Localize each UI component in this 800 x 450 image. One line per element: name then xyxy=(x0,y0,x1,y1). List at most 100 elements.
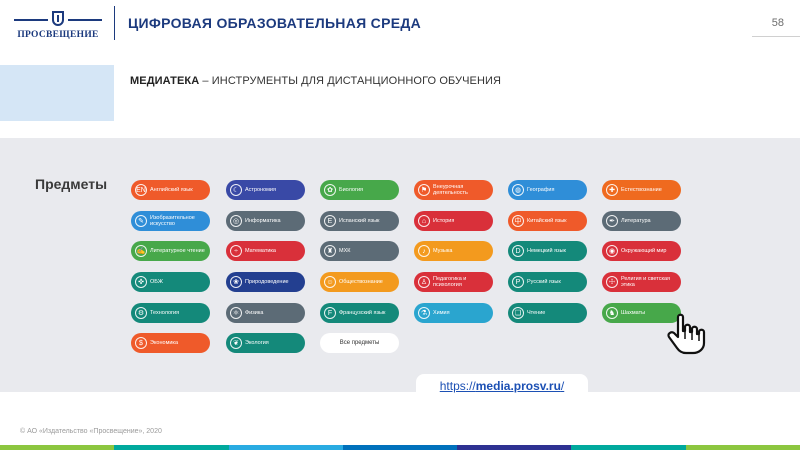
subject-button[interactable]: ♜ МХК xyxy=(320,241,399,261)
subject-label: Окружающий мир xyxy=(621,247,667,254)
subject-label: Естествознание xyxy=(621,186,662,193)
subject-label: Немецкий язык xyxy=(527,247,566,254)
subtitle-bold: МЕДИАТЕКА xyxy=(130,75,200,87)
stripe-segment xyxy=(685,445,800,450)
subject-label: Математика xyxy=(245,247,276,254)
mediateka-link[interactable]: https://media.prosv.ru/ xyxy=(440,379,565,393)
stripe-segment xyxy=(0,445,115,450)
subject-icon: EN xyxy=(135,184,147,196)
subject-icon: ⚑ xyxy=(418,184,430,196)
subject-icon: $ xyxy=(135,337,147,349)
subject-icon: ♜ xyxy=(324,245,336,257)
subject-button[interactable]: $ Экономика xyxy=(131,333,210,353)
subject-label: ОБЖ xyxy=(150,278,163,285)
subject-icon: ✒ xyxy=(606,215,618,227)
subject-button[interactable]: ✎ Изобразительное искусство xyxy=(131,211,210,231)
subject-button[interactable]: ⌂ История xyxy=(414,211,493,231)
subject-icon: ❏ xyxy=(512,307,524,319)
stripe-segment xyxy=(342,445,458,450)
subject-icon: ⚗ xyxy=(418,307,430,319)
subject-icon: ❀ xyxy=(230,276,242,288)
stripe-segment xyxy=(114,445,229,450)
subject-button[interactable]: ✍ Литературное чтение xyxy=(131,241,210,261)
subject-label: История xyxy=(433,217,455,224)
subject-button[interactable]: F Французский язык xyxy=(320,303,399,323)
subject-icon: ♙ xyxy=(418,276,430,288)
subject-label: Французский язык xyxy=(339,309,386,316)
subject-label: Обществознание xyxy=(339,278,383,285)
link-prefix: https:// xyxy=(439,379,476,393)
logo-bar-right xyxy=(68,19,102,21)
copyright: © АО «Издательство «Просвещение», 2020 xyxy=(20,428,162,435)
subject-button[interactable]: ❀ Природоведение xyxy=(226,272,305,292)
subject-icon: F xyxy=(324,307,336,319)
subject-button[interactable]: ☺ Обществознание xyxy=(320,272,399,292)
subject-icon: ❦ xyxy=(230,337,242,349)
subtitle-accent-block xyxy=(0,65,114,121)
link-suffix: / xyxy=(560,379,565,393)
logo-emblem-icon xyxy=(52,11,64,26)
stripe-segment xyxy=(228,445,343,450)
subject-label: Экономика xyxy=(150,339,179,346)
subject-button[interactable]: ♪ Музыка xyxy=(414,241,493,261)
subject-icon: D xyxy=(512,245,524,257)
prosveshchenie-logo[interactable]: ПРОСВЕЩЕНИЕ xyxy=(14,11,102,43)
header: ПРОСВЕЩЕНИЕ ЦИФРОВАЯ ОБРАЗОВАТЕЛЬНАЯ СРЕ… xyxy=(0,0,800,48)
subject-button[interactable]: ✚ Естествознание xyxy=(602,180,681,200)
subject-icon: ✜ xyxy=(135,276,147,288)
subject-label: Испанский язык xyxy=(339,217,380,224)
logo-bar-left xyxy=(14,19,48,21)
subject-label: Информатика xyxy=(245,217,281,224)
page-number: 58 xyxy=(771,17,784,29)
subject-button[interactable]: 中 Китайский язык xyxy=(508,211,587,231)
subject-button[interactable]: ⚗ Химия xyxy=(414,303,493,323)
subject-label: Китайский язык xyxy=(527,217,567,224)
subject-label: МХК xyxy=(339,247,351,254)
page-title: ЦИФРОВАЯ ОБРАЗОВАТЕЛЬНАЯ СРЕДА xyxy=(128,15,422,31)
subject-button[interactable]: ◉ Окружающий мир xyxy=(602,241,681,261)
subject-button[interactable]: ◎ Информатика xyxy=(226,211,305,231)
subject-label: Изобразительное искусство xyxy=(150,214,195,227)
subject-button[interactable]: ⚙ Технология xyxy=(131,303,210,323)
subject-button[interactable]: ♙ Педагогика и психология xyxy=(414,272,493,292)
subject-icon: ✚ xyxy=(606,184,618,196)
subject-button[interactable]: ☩ Религия и светская этика xyxy=(602,272,681,292)
subject-button[interactable]: E Испанский язык xyxy=(320,211,399,231)
slide-subtitle: МЕДИАТЕКА – ИНСТРУМЕНТЫ ДЛЯ ДИСТАНЦИОННО… xyxy=(130,75,501,87)
subject-label: Литературное чтение xyxy=(150,247,205,254)
subject-icon: ⚛ xyxy=(230,307,242,319)
logo-text: ПРОСВЕЩЕНИЕ xyxy=(17,30,99,40)
subject-icon: ☾ xyxy=(230,184,242,196)
subject-label: Чтение xyxy=(527,309,546,316)
subject-icon: ✎ xyxy=(135,215,147,227)
subject-button[interactable]: ✿ Биология xyxy=(320,180,399,200)
subject-button[interactable]: ÷ Математика xyxy=(226,241,305,261)
subject-button[interactable]: Р Русский язык xyxy=(508,272,587,292)
subject-button[interactable]: D Немецкий язык xyxy=(508,241,587,261)
subject-button[interactable]: EN Английский язык xyxy=(131,180,210,200)
subject-button[interactable]: ✒ Литература xyxy=(602,211,681,231)
subject-button[interactable]: ◍ География xyxy=(508,180,587,200)
subject-button[interactable]: ⚑ Внеурочная деятельность xyxy=(414,180,493,200)
subject-button[interactable]: ❦ Экология xyxy=(226,333,305,353)
subject-label: Природоведение xyxy=(245,278,289,285)
subject-label: Биология xyxy=(339,186,364,193)
subject-label: Музыка xyxy=(433,247,453,254)
header-divider xyxy=(114,6,115,40)
subject-label: Английский язык xyxy=(150,186,193,193)
subject-icon: ☺ xyxy=(324,276,336,288)
all-subjects-button[interactable]: Все предметы xyxy=(320,333,399,353)
stripe-segment xyxy=(457,445,572,450)
subject-label: География xyxy=(527,186,555,193)
subject-icon: ✿ xyxy=(324,184,336,196)
pointing-hand-icon xyxy=(667,313,706,355)
subject-button[interactable]: ⚛ Физика xyxy=(226,303,305,323)
subject-label: Технология xyxy=(150,309,180,316)
subject-icon: E xyxy=(324,215,336,227)
subject-button[interactable]: ✜ ОБЖ xyxy=(131,272,210,292)
subject-label: Физика xyxy=(245,309,264,316)
subject-icon: ✍ xyxy=(135,245,147,257)
subject-button[interactable]: ☾ Астрономия xyxy=(226,180,305,200)
subject-button[interactable]: ❏ Чтение xyxy=(508,303,587,323)
subject-label: Все предметы xyxy=(339,339,380,346)
